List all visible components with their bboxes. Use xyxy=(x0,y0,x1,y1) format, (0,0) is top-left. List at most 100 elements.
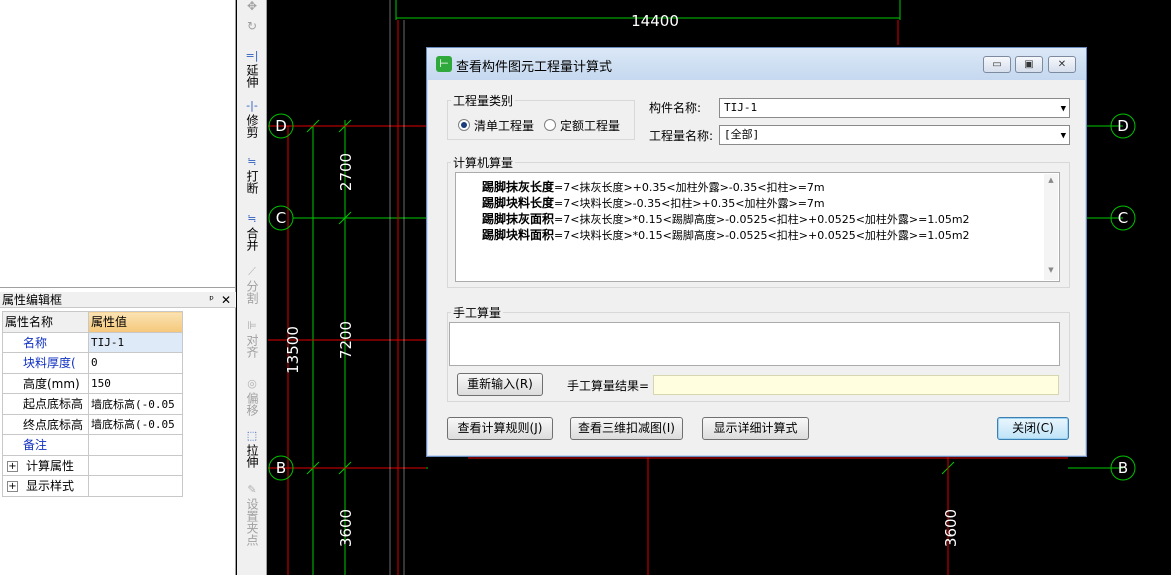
property-table: 属性名称 属性值 名称 TIJ-1 块料厚度( 0 高度(mm) 150 起点底… xyxy=(2,311,183,497)
component-name-label: 构件名称: xyxy=(649,101,702,115)
toolbar-merge[interactable]: ≒ 合并 xyxy=(237,213,267,253)
extend-icon: =| xyxy=(245,49,259,62)
toolbar-label: 合并 xyxy=(245,227,259,251)
axis-label-b: B xyxy=(276,459,286,477)
scroll-up-icon[interactable]: ▲ xyxy=(1044,176,1058,188)
toolbar-label: 打断 xyxy=(245,170,259,194)
axis-label-c: C xyxy=(276,209,286,227)
qty-name-select[interactable]: [全部] ▼ xyxy=(719,125,1070,145)
rotate-icon: ↻ xyxy=(246,19,258,33)
manual-qty-input[interactable] xyxy=(449,322,1060,366)
axis-label-d: D xyxy=(275,117,287,135)
calc-line: 踢脚块料长度=7<块料长度>-0.35<扣柱>+0.35<加柱外露>=7m xyxy=(482,194,825,211)
radio-list-qty-label[interactable]: 清单工程量 xyxy=(474,117,534,134)
property-group[interactable]: + 显示样式 xyxy=(2,475,89,497)
toolbar-label: 拉伸 xyxy=(245,444,259,468)
dim-text-2700: 2700 xyxy=(337,153,355,191)
trim-icon: -|- xyxy=(246,99,258,112)
quantity-formula-dialog: ⊢ 查看构件图元工程量计算式 ▭ ▣ ✕ 工程量类别 清单工程量 定额工程量 构… xyxy=(426,47,1087,457)
close-window-button[interactable]: ✕ xyxy=(1048,56,1076,73)
machine-qty-textarea[interactable]: 踢脚抹灰长度=7<抹灰长度>+0.35<加柱外露>-0.35<扣柱>=7m 踢脚… xyxy=(455,172,1060,282)
toolbar-set-grip[interactable]: ✎ 设置夹点 xyxy=(237,484,267,548)
property-panel-title: 属性编辑框 ᵖ ✕ xyxy=(0,292,236,308)
property-group[interactable]: + 计算属性 xyxy=(2,454,89,476)
table-row[interactable]: 终点底标高 墙底标高(-0.05 xyxy=(2,413,183,435)
merge-icon: ≒ xyxy=(247,212,257,225)
dim-text-3600-left: 3600 xyxy=(337,509,355,547)
app-root: 属性编辑框 ᵖ ✕ 属性名称 属性值 名称 TIJ-1 块料厚度( 0 高度(m… xyxy=(0,0,1171,575)
calc-line: 踢脚抹灰面积=7<抹灰长度>*0.15<踢脚高度>-0.0525<扣柱>+0.0… xyxy=(482,210,970,227)
calc-line-key: 踢脚块料面积 xyxy=(482,228,555,242)
radio-list-qty[interactable] xyxy=(458,119,470,131)
chevron-down-icon: ▼ xyxy=(1060,131,1066,141)
calc-line-key: 踢脚抹灰面积 xyxy=(482,212,555,226)
toolbar-align[interactable]: ⊫ 对齐 xyxy=(237,320,267,360)
component-list-panel[interactable] xyxy=(0,0,236,288)
property-value[interactable] xyxy=(88,434,183,456)
toolbar-extend[interactable]: =| 延伸 xyxy=(237,50,267,90)
manual-result-field[interactable] xyxy=(653,375,1059,395)
move-icon: ✥ xyxy=(246,0,258,13)
scroll-down-icon[interactable]: ▼ xyxy=(1044,266,1058,278)
toolbar-stretch[interactable]: ⬚ 拉伸 xyxy=(237,430,267,470)
property-name: 高度(mm) xyxy=(2,372,89,394)
expand-icon[interactable]: + xyxy=(7,481,18,493)
toolbar-label: 延伸 xyxy=(245,64,259,88)
close-dialog-button[interactable]: 关闭(C) xyxy=(997,417,1069,440)
property-value[interactable]: TIJ-1 xyxy=(88,331,183,353)
property-name-header: 属性名称 xyxy=(2,311,89,333)
table-row[interactable]: 块料厚度( 0 xyxy=(2,352,183,374)
property-value xyxy=(88,475,183,497)
table-row[interactable]: 高度(mm) 150 xyxy=(2,372,183,394)
qty-name-value: [全部] xyxy=(724,128,760,141)
break-icon: ≒ xyxy=(247,155,257,168)
dialog-title-bar[interactable]: ⊢ 查看构件图元工程量计算式 ▭ ▣ ✕ xyxy=(427,48,1086,80)
calc-line-expr: =7<抹灰长度>*0.15<踢脚高度>-0.0525<扣柱>+0.0525<加柱… xyxy=(554,213,970,226)
radio-quota-qty-label[interactable]: 定额工程量 xyxy=(560,117,620,134)
property-value[interactable]: 150 xyxy=(88,372,183,394)
toolbar-label: 偏移 xyxy=(245,392,259,416)
toolbar-split[interactable]: ⟋ 分割 xyxy=(237,266,267,306)
close-icon[interactable]: ✕ xyxy=(221,292,231,308)
property-value[interactable]: 0 xyxy=(88,352,183,374)
maximize-button[interactable]: ▣ xyxy=(1015,56,1043,73)
dim-text-13500: 13500 xyxy=(284,326,302,374)
calc-line: 踢脚抹灰长度=7<抹灰长度>+0.35<加柱外露>-0.35<扣柱>=7m xyxy=(482,178,825,195)
calc-line-key: 踢脚抹灰长度 xyxy=(482,180,555,194)
property-value[interactable]: 墙底标高(-0.05 xyxy=(88,413,183,435)
table-row[interactable]: 备注 xyxy=(2,434,183,456)
view-rules-button[interactable]: 查看计算规则(J) xyxy=(447,417,553,440)
align-icon: ⊫ xyxy=(247,319,257,332)
property-group-label: 计算属性 xyxy=(26,458,75,473)
property-value-header: 属性值 xyxy=(88,311,183,333)
toolbar-trim[interactable]: -|- 修剪 xyxy=(237,100,267,140)
property-group-label: 显示样式 xyxy=(26,479,75,494)
vertical-scrollbar[interactable]: ▲ ▼ xyxy=(1044,174,1058,280)
reenter-button[interactable]: 重新输入(R) xyxy=(457,373,543,396)
toolbar-break[interactable]: ≒ 打断 xyxy=(237,156,267,196)
table-row[interactable]: + 显示样式 xyxy=(2,475,183,497)
property-value[interactable]: 墙底标高(-0.05 xyxy=(88,393,183,415)
show-detail-formula-button[interactable]: 显示详细计算式 xyxy=(702,417,809,440)
expand-icon[interactable]: + xyxy=(7,460,18,472)
pin-icon[interactable]: ᵖ xyxy=(209,292,214,308)
manual-result-label: 手工算量结果= xyxy=(567,379,650,393)
calc-line: 踢脚块料面积=7<块料长度>*0.15<踢脚高度>-0.0525<扣柱>+0.0… xyxy=(482,226,970,243)
calc-line-expr: =7<块料长度>*0.15<踢脚高度>-0.0525<扣柱>+0.0525<加柱… xyxy=(554,229,970,242)
property-panel-title-text: 属性编辑框 xyxy=(2,293,63,307)
set-grip-icon: ✎ xyxy=(247,483,257,496)
offset-icon: ◎ xyxy=(247,377,257,390)
property-name: 备注 xyxy=(2,434,89,456)
component-name-select[interactable]: TIJ-1 ▼ xyxy=(719,98,1070,118)
table-row[interactable]: 起点底标高 墙底标高(-0.05 xyxy=(2,393,183,415)
property-value xyxy=(88,454,183,476)
table-row[interactable]: 名称 TIJ-1 xyxy=(2,331,183,353)
minimize-button[interactable]: ▭ xyxy=(983,56,1011,73)
chevron-down-icon: ▼ xyxy=(1060,104,1066,114)
axis-label-b-right: B xyxy=(1118,459,1128,477)
toolbar-offset[interactable]: ◎ 偏移 xyxy=(237,378,267,418)
view-3d-deduction-button[interactable]: 查看三维扣减图(I) xyxy=(570,417,683,440)
qty-name-label: 工程量名称: xyxy=(649,129,714,143)
radio-quota-qty[interactable] xyxy=(544,119,556,131)
table-row[interactable]: + 计算属性 xyxy=(2,454,183,476)
